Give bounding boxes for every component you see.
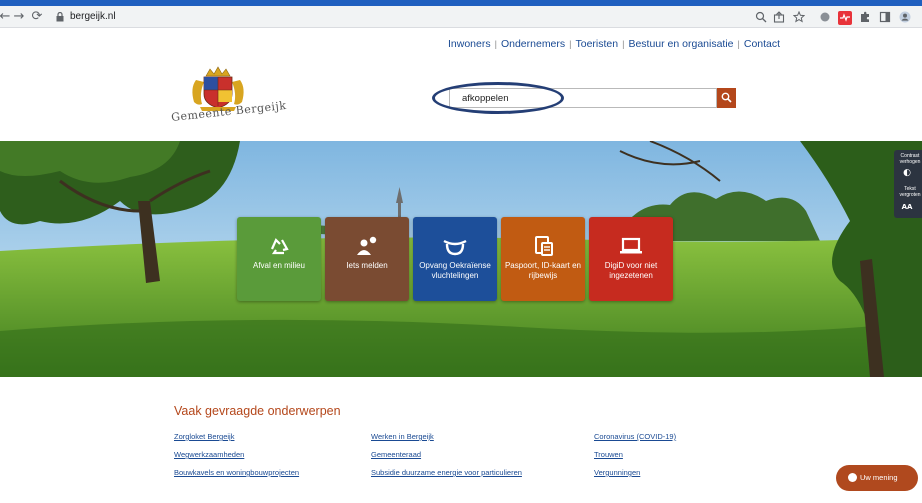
nav-separator: | (494, 39, 497, 49)
link-trouwen[interactable]: Trouwen (594, 450, 623, 459)
chat-bubble-icon (848, 473, 857, 482)
nav-contact[interactable]: Contact (744, 38, 780, 50)
nav-toeristen[interactable]: Toeristen (576, 38, 619, 50)
url-text: bergeijk.nl (70, 11, 116, 22)
link-subsidie[interactable]: Subsidie duurzame energie voor particuli… (371, 468, 522, 477)
share-icon[interactable] (772, 11, 786, 25)
bookmark-star-icon[interactable] (792, 10, 806, 25)
link-werken[interactable]: Werken in Bergeijk (371, 432, 434, 441)
extension-red-icon[interactable] (838, 11, 852, 25)
accessibility-widget: Contrast verhogen ◐ Tekst vergroten AA (894, 150, 922, 218)
contrast-label[interactable]: Contrast verhogen (896, 153, 922, 165)
tile-label: Afval en milieu (252, 261, 306, 270)
extensions-puzzle-icon[interactable] (858, 11, 872, 25)
nav-ondernemers[interactable]: Ondernemers (501, 38, 565, 50)
tile-label: Paspoort, ID-kaart en rijbewijs (504, 261, 582, 280)
tile-afval-en-milieu[interactable]: Afval en milieu (237, 217, 321, 301)
feedback-button[interactable]: Uw mening (836, 465, 918, 491)
report-person-icon (357, 236, 377, 255)
tile-label: Iets melden (346, 261, 388, 270)
link-zorgloket[interactable]: Zorgloket Bergeijk (174, 432, 234, 441)
link-bouwkavels[interactable]: Bouwkavels en woningbouwprojecten (174, 468, 299, 477)
text-size-icon[interactable]: AA (894, 202, 920, 212)
forward-button[interactable]: → (10, 8, 28, 26)
link-vergunningen[interactable]: Vergunningen (594, 468, 640, 477)
recycle-icon (270, 238, 289, 255)
side-panel-icon[interactable] (878, 11, 892, 25)
nav-separator: | (737, 39, 740, 49)
extension-gray-icon[interactable] (818, 11, 832, 25)
section-title: Vaak gevraagde onderwerpen (174, 404, 341, 418)
address-bar[interactable]: bergeijk.nl (48, 9, 918, 25)
zoom-icon[interactable] (754, 11, 768, 25)
nav-inwoners[interactable]: Inwoners (448, 38, 491, 50)
nav-separator: | (569, 39, 572, 49)
shelter-heart-icon (443, 239, 467, 256)
feedback-label: Uw mening (860, 473, 898, 482)
search-input[interactable] (449, 88, 717, 108)
tile-label: Opvang Oekraïense vluchtelingen (419, 261, 491, 280)
tile-iets-melden[interactable]: Iets melden (325, 217, 409, 301)
link-coronavirus[interactable]: Coronavirus (COVID-19) (594, 432, 676, 441)
browser-toolbar: ← → ⟳ bergeijk.nl (0, 6, 922, 28)
site-search (449, 88, 736, 108)
nav-bestuur[interactable]: Bestuur en organisatie (628, 38, 733, 50)
tile-digid[interactable]: DigiD voor niet ingezetenen (589, 217, 673, 301)
tile-label: DigiD voor niet ingezetenen (604, 261, 658, 280)
profile-avatar-icon[interactable] (898, 11, 912, 25)
search-button[interactable] (717, 88, 736, 108)
tile-paspoort-id[interactable]: Paspoort, ID-kaart en rijbewijs (501, 217, 585, 301)
text-size-label[interactable]: Tekst vergroten (896, 186, 922, 198)
link-gemeenteraad[interactable]: Gemeenteraad (371, 450, 421, 459)
link-wegwerkzaamheden[interactable]: Wegwerkzaamheden (174, 450, 244, 459)
nav-separator: | (622, 39, 625, 49)
reload-button[interactable]: ⟳ (28, 8, 46, 26)
search-icon (721, 92, 732, 103)
lock-icon (56, 9, 64, 28)
contrast-icon[interactable]: ◐ (894, 168, 920, 178)
utility-nav: Inwoners | Ondernemers | Toeristen | Bestuur e… (448, 38, 780, 50)
tile-opvang-vluchtelingen[interactable]: Opvang Oekraïense vluchtelingen (413, 217, 497, 301)
id-card-icon (535, 236, 553, 256)
laptop-icon (620, 237, 642, 254)
